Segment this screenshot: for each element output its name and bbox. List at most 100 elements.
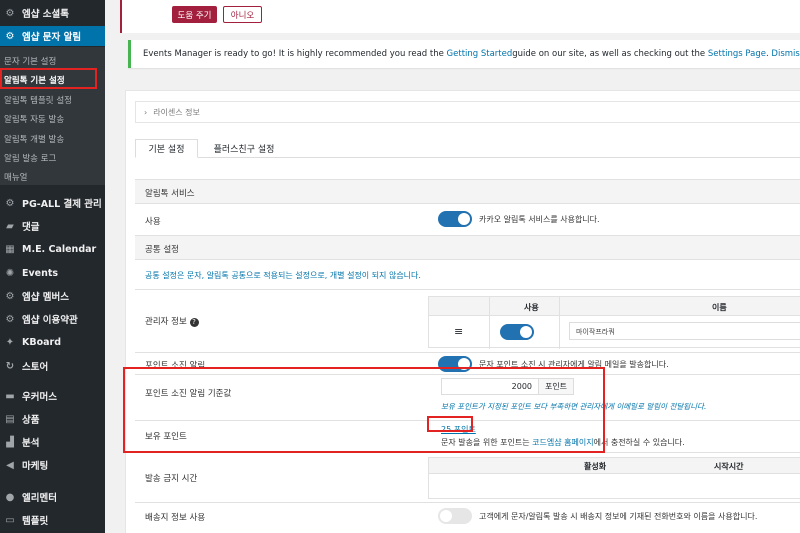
admin-name-input[interactable]: 마이작프라쿼 [569,322,800,340]
help-icon[interactable]: ? [189,318,199,327]
notice-text: . [766,49,769,59]
menu-item-terms[interactable]: ⚙ 엠샵 이용약관 [0,310,105,328]
menu-label: 상품 [22,415,40,426]
row-use: 사용 카카오 알림톡 서비스를 사용합니다. [135,203,800,235]
events-icon: ✺ [5,267,15,279]
section-title: 공통 설정 [145,245,179,255]
menu-label: 엠샵 소셜톡 [22,9,70,20]
gear-icon: ⚙ [5,7,15,19]
store-icon: ↻ [5,360,15,372]
help-button[interactable]: 도움 주기 [172,6,217,23]
events-manager-notice: Events Manager is ready to go! It is hig… [128,40,800,68]
menu-label: 분석 [22,438,40,449]
menu-label: 엠샵 문자 알림 [22,32,82,43]
menu-item-woocommerce[interactable]: ▬ 우커머스 [0,387,105,405]
admin-table: 사용 이름 ≡ 마이작프라쿼 [428,296,800,349]
admin-table-header [429,297,800,316]
menu-label: 우커머스 [22,392,57,403]
col-active: 활성화 [584,462,607,471]
use-toggle[interactable] [438,211,472,227]
drag-handle-icon[interactable]: ≡ [454,325,463,338]
menu-item-social-talk[interactable]: ⚙ 엠샵 소셜톡 [0,4,105,22]
menu-item-me-calendar[interactable]: ▦ M.E. Calendar [0,240,105,258]
elementor-icon: ● [5,491,15,503]
menu-label: KBoard [22,336,62,348]
field-label-use: 사용 [145,217,161,227]
menu-item-pg-all[interactable]: ⚙ PG-ALL 결제 관리 [0,194,105,212]
menu-item-kboard[interactable]: ✦ KBoard [0,333,105,351]
folder-icon: ▭ [5,514,15,526]
submenu-item-send-log[interactable]: 알림 발송 로그 [4,152,56,164]
menu-label: 댓글 [22,222,40,233]
settings-page-link[interactable]: Settings Page [708,49,766,59]
section-title: 알림톡 서비스 [145,189,195,199]
section-header-alimtalk: 알림톡 서비스 [135,179,800,203]
archive-icon: ▤ [5,413,15,425]
chevron-right-icon: › [144,107,148,117]
notice-text: Events Manager is ready to go! It is hig… [143,49,444,59]
settings-panel: › 라이센스 정보 기본 설정 플러스친구 설정 알림톡 서비스 사용 카카오 알… [125,90,800,533]
highlight-box-submenu [0,68,97,89]
gear-icon: ⚙ [5,197,15,209]
comment-icon: ▰ [6,220,14,232]
getting-started-link[interactable]: Getting Started [447,49,513,59]
menu-item-elementor[interactable]: ● 엘리멘터 [0,488,105,506]
menu-item-analytics[interactable]: ▟ 분석 [0,433,105,451]
menu-label: 스토어 [22,362,49,373]
no-button[interactable]: 아니오 [223,6,262,23]
tab-plusfriend-settings[interactable]: 플러스친구 설정 [204,139,284,158]
main-content: 도움 주기 아니오 Events Manager is ready to go!… [105,0,800,533]
submenu-item-sms-settings[interactable]: 문자 기본 설정 [4,55,56,67]
col-divider [489,297,490,349]
col-name: 이름 [712,303,727,312]
license-accordion[interactable]: › 라이센스 정보 [135,101,800,123]
admin-label-text: 관리자 정보 [145,317,187,327]
submenu-item-template-settings[interactable]: 알림톡 템플릿 설정 [4,94,72,106]
submenu-item-individual-send[interactable]: 알림톡 개별 발송 [4,133,64,145]
menu-label: 엠샵 멤버스 [22,292,70,303]
row-ban-time: 발송 금지 시간 활성화 시작시간 [135,452,800,502]
menu-item-comments[interactable]: ▰ 댓글 [0,217,105,235]
highlight-box-holding-value [427,416,473,432]
menu-label: Events [22,267,59,279]
megaphone-icon: ◀ [6,459,14,471]
submenu-item-auto-send[interactable]: 알림톡 자동 발송 [4,113,64,125]
field-label-shipping: 배송지 정보 사용 [145,513,206,523]
menu-item-sms-alert[interactable]: ⚙ 엠샵 문자 알림 [0,26,105,46]
field-label-admin: 관리자 정보 ? [145,315,199,327]
tab-basic-settings[interactable]: 기본 설정 [135,139,198,158]
admin-sidebar: ⚙ 엠샵 소셜톡 ⚙ 엠샵 문자 알림 문자 기본 설정 알림톡 기본 설정 알림톡… [0,0,105,533]
menu-item-events[interactable]: ✺ Events [0,264,105,282]
ban-time-table: 활성화 시작시간 [428,457,800,499]
menu-item-members[interactable]: ⚙ 엠샵 멤버스 [0,287,105,305]
menu-item-store[interactable]: ↻ 스토어 [0,357,105,375]
menu-label: 엠샵 이용약관 [22,315,78,326]
dismiss-link[interactable]: Dismiss [771,49,800,59]
common-description: 공통 설정은 문자, 알림톡 공통으로 적용되는 설정으로, 개별 설정이 되지… [145,271,421,280]
shipping-description: 고객에게 문자/알림톡 발송 시 배송지 정보에 기재된 전화번호와 이름을 사… [479,512,758,521]
menu-item-templates[interactable]: ▭ 템플릿 [0,511,105,529]
col-use: 사용 [524,303,539,312]
menu-label: PG-ALL 결제 관리 [22,199,102,210]
highlight-box-points [123,367,605,453]
menu-item-marketing[interactable]: ◀ 마케팅 [0,456,105,474]
admin-use-toggle[interactable] [500,324,534,340]
top-prompt [120,0,800,33]
row-admin-info: 관리자 정보 ? 사용 이름 ≡ 마이작프라쿼 [135,289,800,352]
license-label: 라이센스 정보 [153,107,200,117]
submenu-item-manual[interactable]: 매뉴얼 [4,171,27,183]
woocommerce-icon: ▬ [5,390,15,402]
use-description: 카카오 알림톡 서비스를 사용합니다. [479,215,600,224]
field-label-ban-time: 발송 금지 시간 [145,474,198,484]
chart-icon: ▟ [6,436,14,448]
gear-icon: ⚙ [5,313,15,325]
kboard-icon: ✦ [5,336,15,348]
shipping-toggle[interactable] [438,508,472,524]
gear-icon: ⚙ [5,30,15,42]
menu-item-products[interactable]: ▤ 상품 [0,410,105,428]
notice-text: guide on our site, as well as checking o… [512,49,706,59]
menu-label: 마케팅 [22,461,49,472]
col-divider [559,297,560,349]
ban-table-header [429,458,800,474]
section-header-common: 공통 설정 [135,235,800,259]
